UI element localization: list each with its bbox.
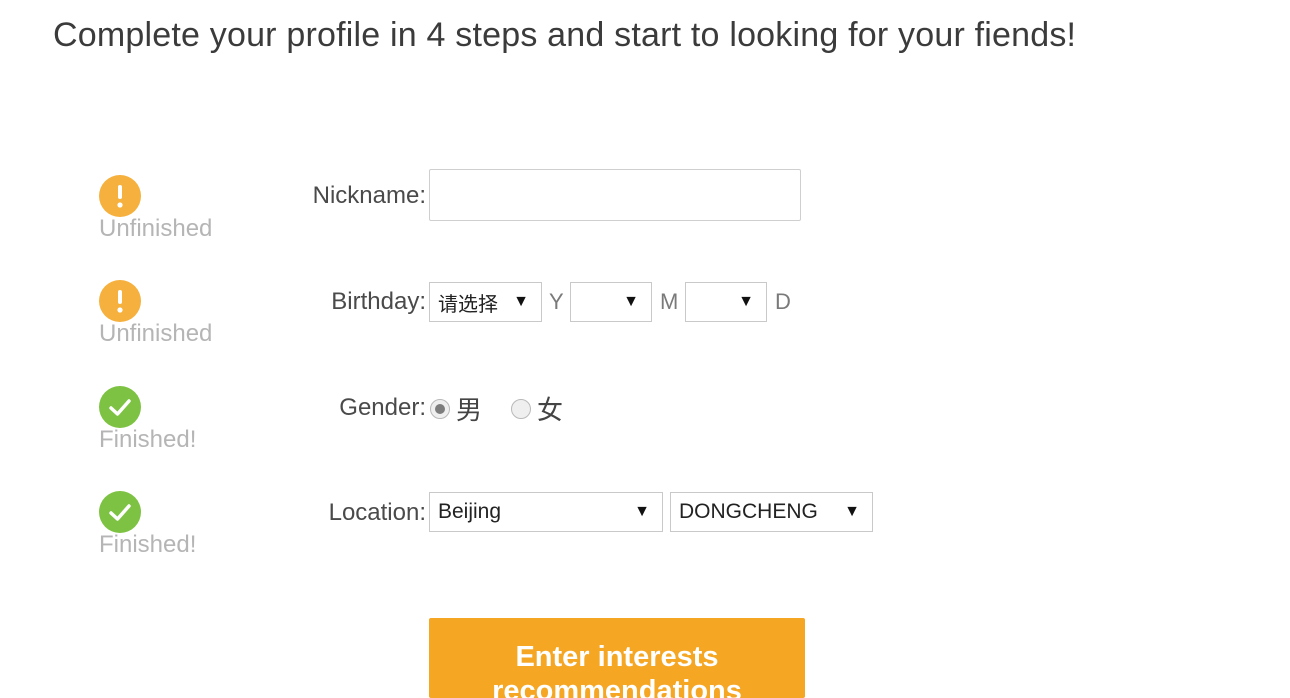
chevron-down-icon: ▼ [844, 503, 860, 520]
gender-female-label[interactable]: 女 [537, 390, 563, 427]
birthday-day-select[interactable]: ▼ [685, 282, 767, 322]
exclamation-icon [99, 175, 141, 217]
gender-male-label[interactable]: 男 [456, 390, 482, 427]
year-unit: Y [549, 289, 564, 314]
birthday-year-value: 请选择 [438, 291, 498, 316]
status-label: Finished! [99, 426, 197, 453]
gender-female-radio[interactable] [511, 399, 531, 419]
checkmark-icon [99, 491, 141, 533]
enter-interests-button[interactable]: Enter interests recommendations [429, 618, 805, 698]
nickname-input[interactable] [429, 169, 801, 221]
month-unit: M [660, 289, 679, 314]
location-city-select[interactable]: Beijing ▼ [429, 492, 663, 532]
chevron-down-icon: ▼ [513, 293, 529, 310]
chevron-down-icon: ▼ [634, 503, 650, 520]
step-status-nickname: Unfinished [99, 175, 239, 243]
status-label: Finished! [99, 531, 197, 558]
status-label: Unfinished [99, 215, 213, 242]
birthday-label: Birthday: [331, 288, 426, 315]
gender-male-radio[interactable] [430, 399, 450, 419]
day-unit: D [775, 289, 791, 314]
birthday-month-select[interactable]: ▼ [570, 282, 652, 322]
checkmark-icon [99, 386, 141, 428]
nickname-label: Nickname: [312, 182, 426, 209]
location-city-value: Beijing [438, 500, 502, 523]
step-status-location: Finished! [99, 491, 239, 559]
chevron-down-icon: ▼ [623, 293, 639, 310]
page-title: Complete your profile in 4 steps and sta… [53, 16, 1077, 54]
gender-label: Gender: [339, 394, 426, 421]
location-label: Location: [328, 499, 426, 526]
chevron-down-icon: ▼ [738, 293, 754, 310]
status-label: Unfinished [99, 320, 213, 347]
location-district-select[interactable]: DONGCHENG ▼ [670, 492, 873, 532]
location-district-value: DONGCHENG [679, 500, 818, 523]
birthday-year-select[interactable]: 请选择 ▼ [429, 282, 542, 322]
step-status-gender: Finished! [99, 386, 239, 454]
step-status-birthday: Unfinished [99, 280, 239, 348]
exclamation-icon [99, 280, 141, 322]
